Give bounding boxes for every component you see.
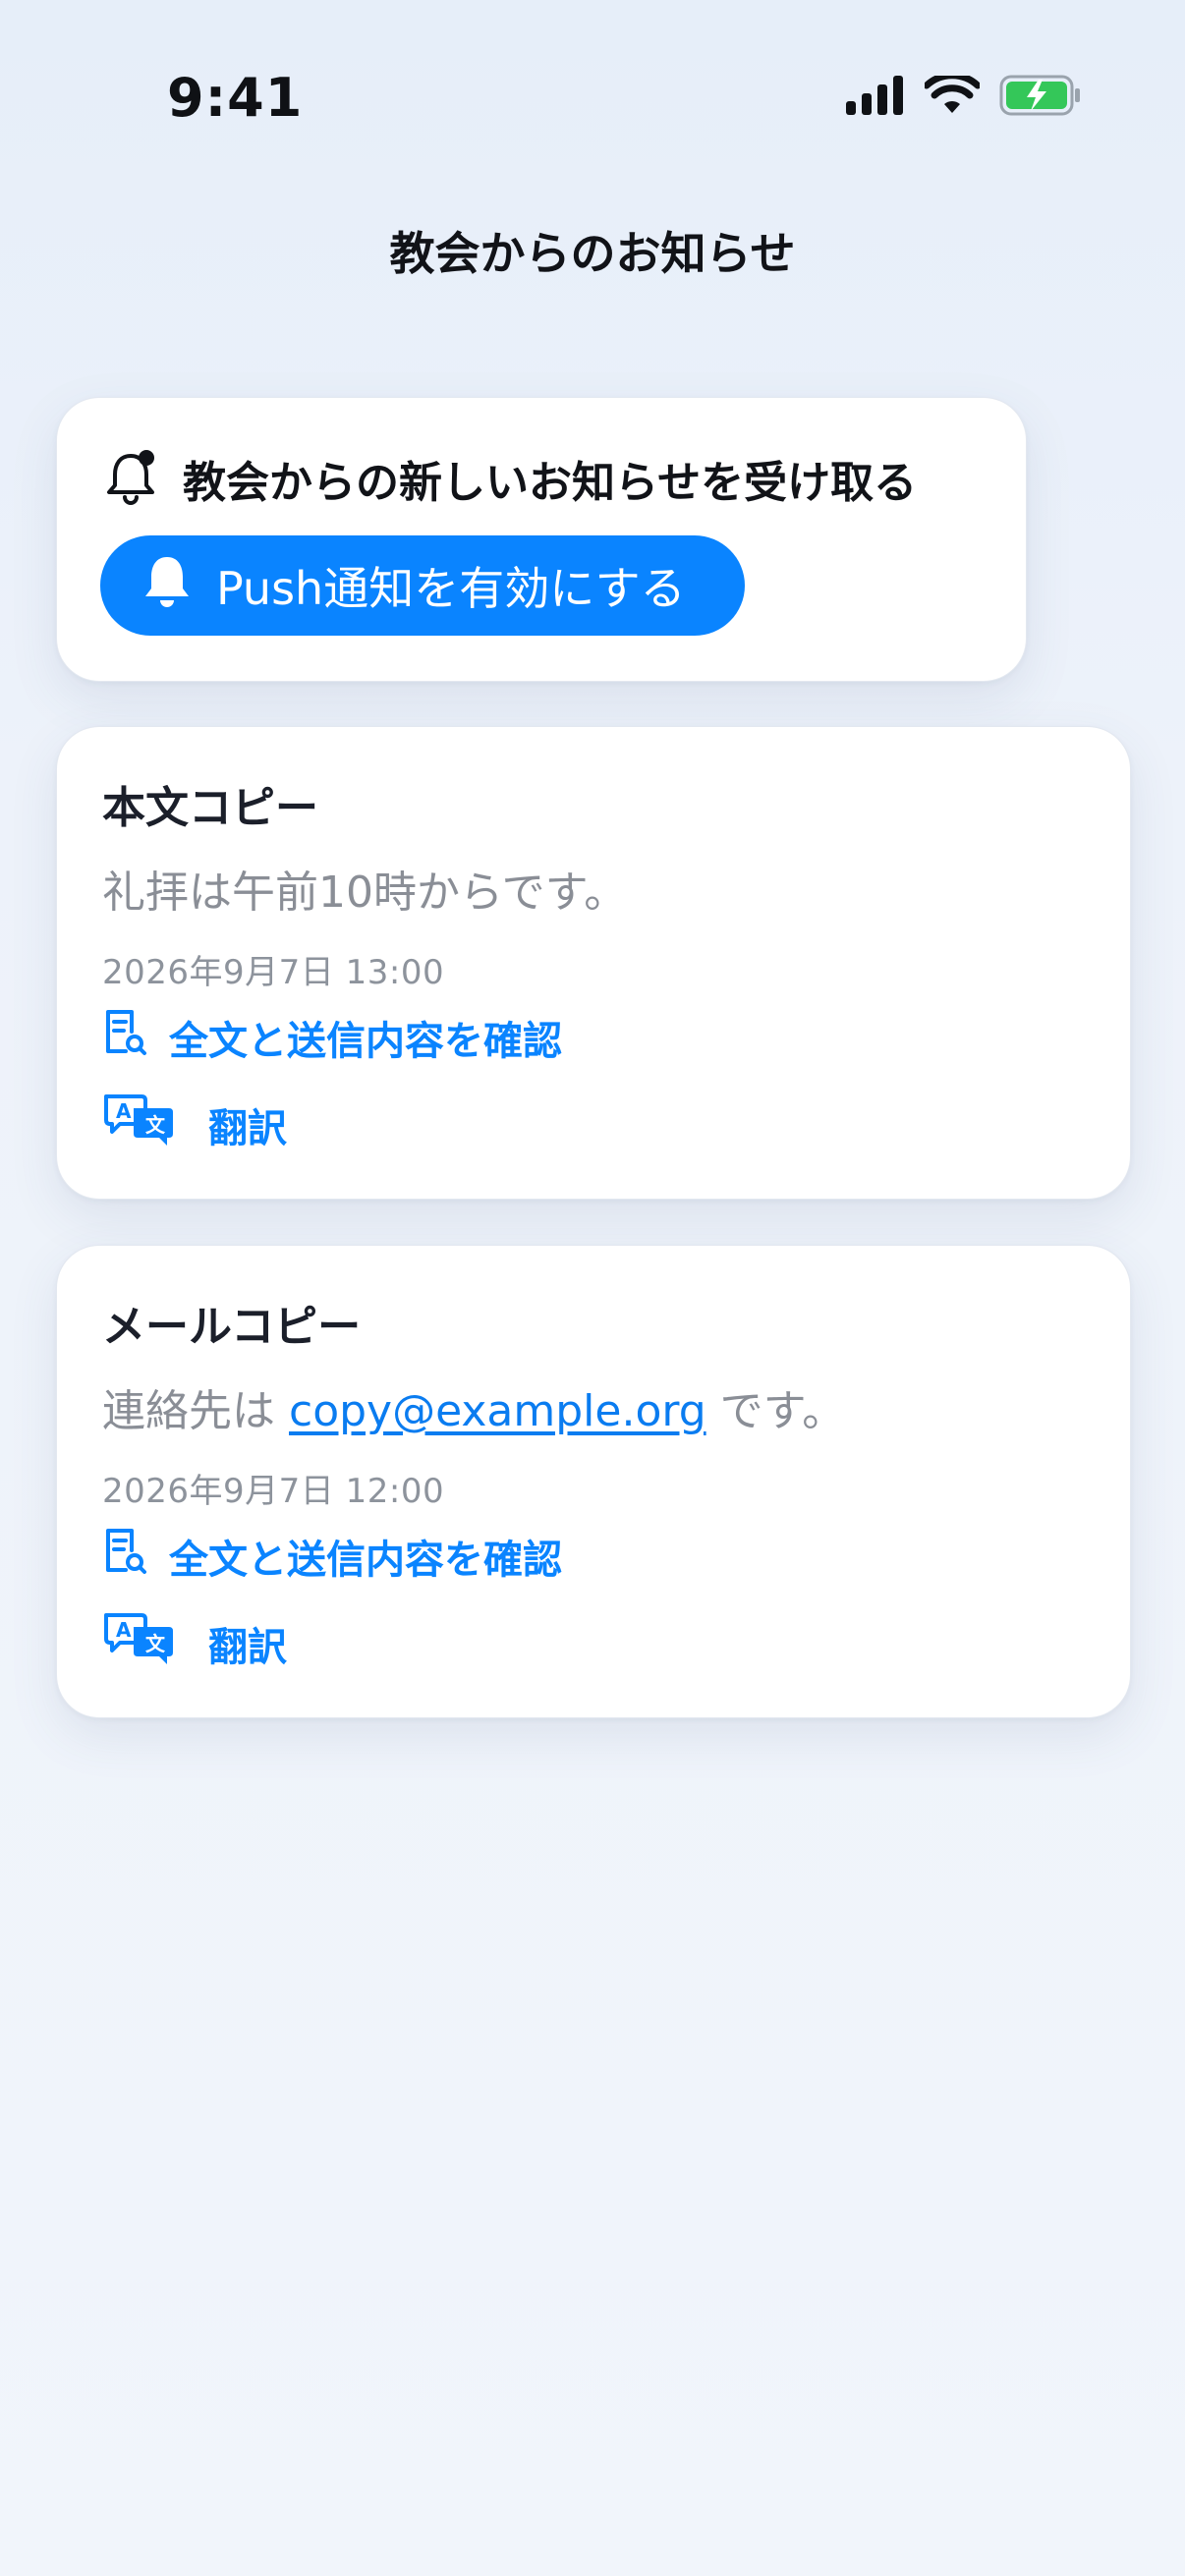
message-card[interactable]: メールコピー 連絡先は copy@example.org です。 2026年9月… (56, 1245, 1131, 1718)
view-full-text-label: 全文と送信内容を確認 (169, 1019, 562, 1064)
translate-label: 翻訳 (208, 1625, 287, 1670)
page-title: 教会からのお知らせ (389, 227, 796, 280)
cellular-signal-icon (846, 76, 905, 119)
translate-icon: A 文 (102, 1611, 177, 1676)
push-notification-card: 教会からの新しいお知らせを受け取る Push通知を有効にする (56, 397, 1027, 682)
enable-push-button[interactable]: Push通知を有効にする (100, 535, 745, 636)
view-full-text-button[interactable]: 全文と送信内容を確認 (102, 1527, 562, 1586)
wifi-icon (923, 72, 982, 119)
translate-button[interactable]: A 文 翻訳 (102, 1092, 287, 1157)
message-date: 2026年9月7日 12:00 (102, 1472, 445, 1511)
view-full-text-label: 全文と送信内容を確認 (169, 1538, 562, 1583)
status-time: 9:41 (167, 67, 304, 129)
message-body-suffix: です。 (705, 1386, 846, 1436)
svg-text:文: 文 (145, 1632, 166, 1655)
translate-label: 翻訳 (208, 1106, 287, 1151)
status-icons (846, 72, 1082, 120)
document-search-icon (102, 1527, 147, 1586)
document-search-icon (102, 1008, 147, 1067)
message-title: 本文コピー (102, 783, 318, 833)
svg-text:A: A (116, 1099, 132, 1123)
enable-push-button-label: Push通知を有効にする (216, 562, 686, 615)
push-heading-row: 教会からの新しいお知らせを受け取る (102, 447, 917, 510)
view-full-text-button[interactable]: 全文と送信内容を確認 (102, 1008, 562, 1067)
message-date: 2026年9月7日 13:00 (102, 953, 445, 992)
message-card[interactable]: 本文コピー 礼拝は午前10時からです。 2026年9月7日 13:00 全文と送… (56, 726, 1131, 1200)
translate-icon: A 文 (102, 1092, 177, 1157)
bell-icon (141, 553, 193, 619)
battery-charging-icon (999, 75, 1082, 120)
message-body: 連絡先は copy@example.org です。 (102, 1375, 845, 1438)
translate-button[interactable]: A 文 翻訳 (102, 1611, 287, 1676)
message-title: メールコピー (102, 1302, 362, 1352)
email-link[interactable]: copy@example.org (289, 1386, 706, 1436)
svg-text:A: A (116, 1618, 132, 1642)
svg-text:文: 文 (145, 1113, 166, 1137)
push-heading: 教会からの新しいお知らせを受け取る (183, 458, 918, 508)
message-body-prefix: 連絡先は (102, 1386, 289, 1436)
message-body: 礼拝は午前10時からです。 (102, 868, 628, 918)
bell-badge-icon (102, 448, 159, 509)
